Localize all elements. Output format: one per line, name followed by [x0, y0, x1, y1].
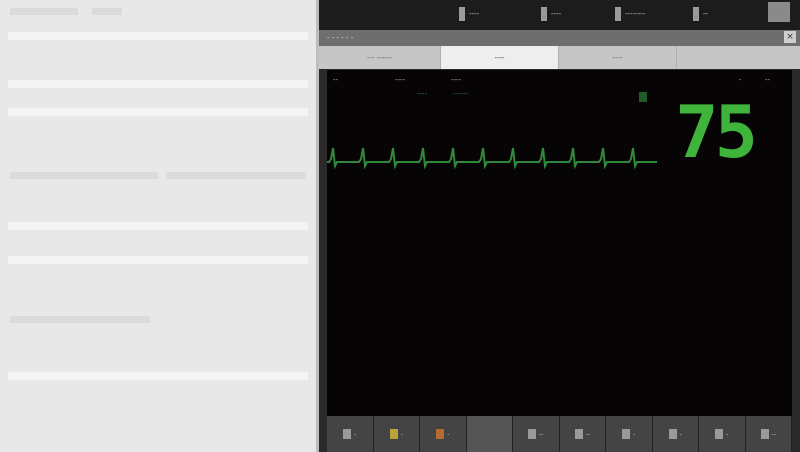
battery-icon: [615, 7, 621, 21]
record-icon: [436, 429, 445, 439]
heart-rate-value: 75: [675, 90, 758, 174]
freeze-icon: [668, 429, 677, 439]
button-label: -: [633, 430, 636, 438]
blank-button[interactable]: [466, 416, 513, 452]
filter-label: ----: [417, 90, 428, 98]
left-panel: [0, 0, 316, 452]
print-icon: [715, 429, 724, 439]
button-label: -: [354, 430, 357, 438]
topbar-item-signal[interactable]: --: [693, 6, 708, 22]
tab-label: ----: [494, 53, 505, 62]
heart-icon: [639, 92, 647, 102]
tab-label: --- ------: [367, 53, 392, 62]
topbar-item-menu[interactable]: ----: [459, 6, 479, 22]
freeze-button[interactable]: -: [652, 416, 699, 452]
window-titlebar: - - - - - - ×: [319, 30, 800, 46]
button-label: -: [679, 430, 682, 438]
print-button[interactable]: -: [699, 416, 746, 452]
left-row: [8, 80, 308, 88]
record-button[interactable]: -: [420, 416, 467, 452]
tab-overview[interactable]: --- ------: [319, 46, 441, 69]
settings-icon: [541, 7, 547, 21]
signal-icon: [693, 7, 699, 21]
topbar-item-battery[interactable]: --------: [615, 6, 645, 22]
left-row: [8, 108, 308, 116]
left-text-block: [92, 8, 122, 15]
tab-strip: --- ------ ---- ----: [319, 46, 800, 69]
gain-label: ----: [395, 76, 406, 84]
unit-label: --: [765, 76, 771, 84]
menu-icon: [760, 429, 769, 439]
button-label: -: [726, 430, 729, 438]
left-row: [8, 32, 308, 40]
menu-button[interactable]: --: [745, 416, 792, 452]
nibp-button[interactable]: --: [513, 416, 560, 452]
topbar-item-settings[interactable]: ----: [541, 6, 561, 22]
vital-signs-display: -- ---- ---- ---- ------ - -- 75: [327, 70, 792, 416]
alarm-button[interactable]: -: [373, 416, 420, 452]
left-row: [8, 256, 308, 264]
tab-history[interactable]: ----: [559, 46, 677, 69]
pause-icon: [343, 429, 352, 439]
button-label: -: [400, 430, 403, 438]
left-text-block: [10, 8, 78, 15]
alarm-icon: [389, 429, 398, 439]
button-label: --: [771, 430, 776, 438]
menu-icon: [459, 7, 465, 21]
speed-label: ----: [451, 76, 462, 84]
left-text-block: [166, 172, 306, 179]
tab-monitor[interactable]: ----: [441, 46, 559, 69]
ecg-waveform: [327, 147, 657, 170]
tab-label: ----: [612, 53, 623, 62]
pause-button[interactable]: -: [327, 416, 374, 452]
trend-icon: [622, 429, 631, 439]
button-label: --: [539, 430, 544, 438]
mode-label: ------: [453, 90, 469, 98]
lead-label: --: [333, 76, 339, 84]
left-row: [8, 222, 308, 230]
button-label: -: [447, 430, 450, 438]
profile-icon[interactable]: [768, 2, 790, 22]
review-icon: [574, 429, 583, 439]
button-label: --: [585, 430, 590, 438]
bottom-toolbar: - - - -- -- - - - --: [327, 416, 792, 452]
top-bar: ---- ---- -------- --: [319, 0, 800, 30]
close-icon[interactable]: ×: [784, 31, 796, 43]
monitor-window: - - - - - - × --- ------ ---- ---- -- --…: [319, 30, 800, 452]
window-title: - - - - - -: [327, 34, 354, 42]
nibp-icon: [528, 429, 537, 439]
left-text-block: [10, 172, 158, 179]
review-button[interactable]: --: [559, 416, 606, 452]
left-row: [8, 372, 308, 380]
alarm-indicator: -: [739, 76, 742, 84]
left-text-block: [10, 316, 150, 323]
trend-button[interactable]: -: [606, 416, 653, 452]
